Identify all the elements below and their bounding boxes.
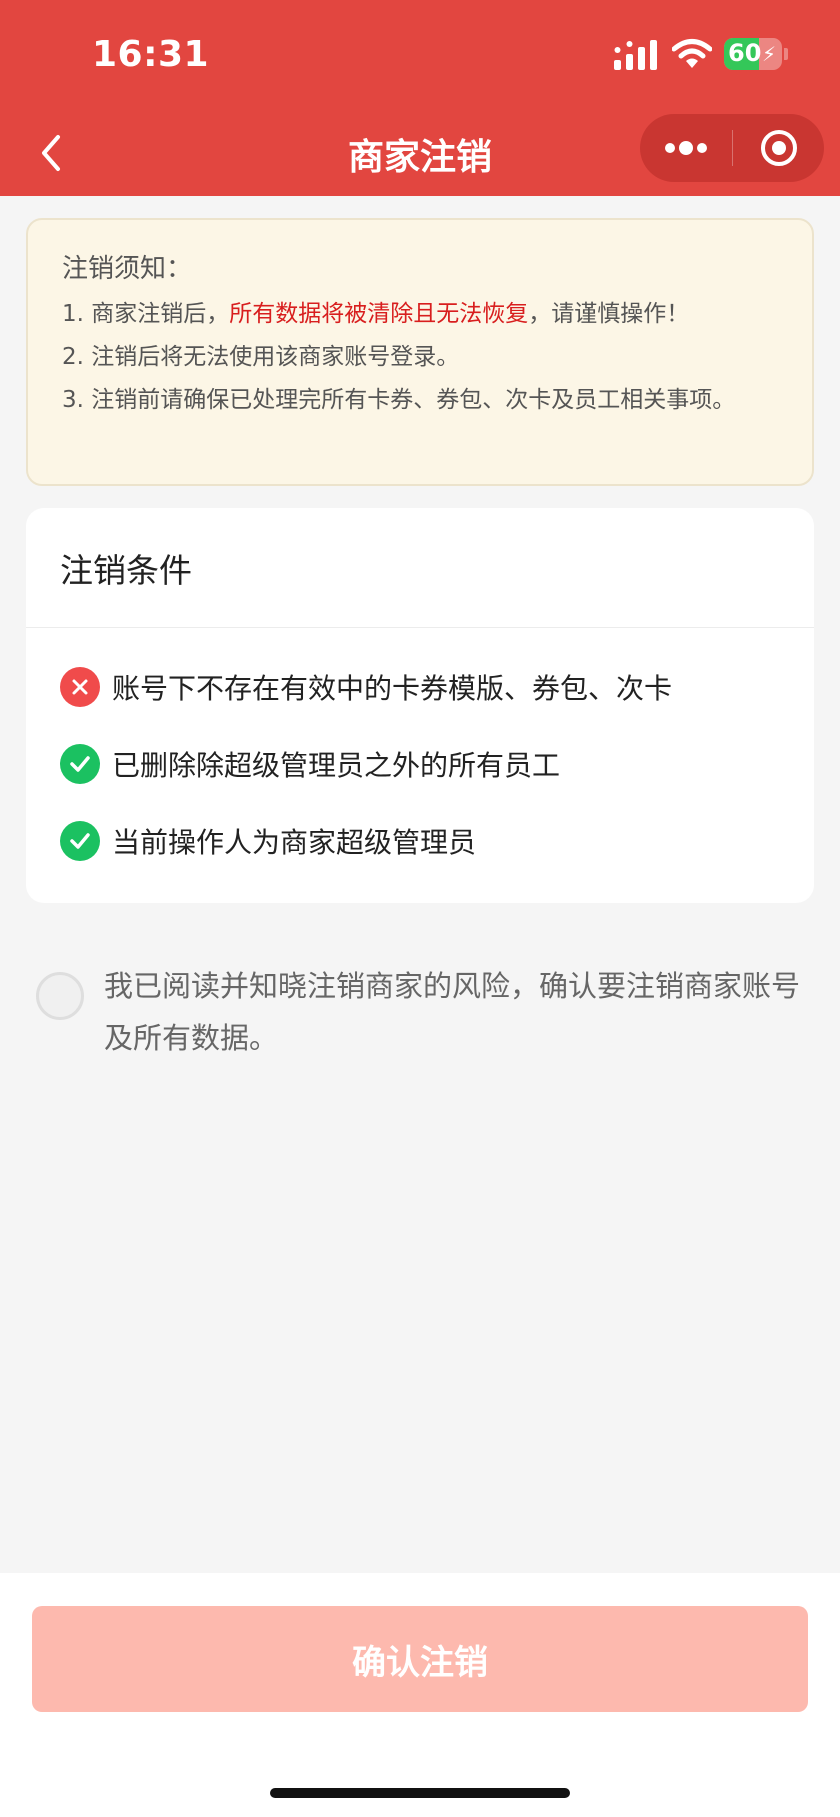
conditions-title: 注销条件 <box>26 508 814 628</box>
battery-tip <box>784 48 788 60</box>
condition-text: 当前操作人为商家超级管理员 <box>112 825 477 859</box>
status-bar: 16:31 60 ⚡ <box>0 0 840 110</box>
condition-item: 账号下不存在有效中的卡券模版、券包、次卡 <box>26 648 814 725</box>
target-circle-icon <box>760 130 797 166</box>
status-time: 16:31 <box>92 34 210 75</box>
notice-item-1: 1. 商家注销后，所有数据将被清除且无法恢复，请谨慎操作！ <box>62 298 782 330</box>
bottom-bar: 确认注销 <box>0 1573 840 1817</box>
charging-bolt-icon: ⚡ <box>762 42 777 66</box>
close-mini-program-button[interactable] <box>733 114 824 182</box>
condition-item: 已删除除超级管理员之外的所有员工 <box>26 725 814 802</box>
header: 16:31 60 ⚡ 商家注销 <box>0 0 840 196</box>
agreement-checkbox[interactable] <box>36 972 84 1020</box>
notice-item-1-suffix: ，请谨慎操作！ <box>528 301 690 327</box>
condition-text: 已删除除超级管理员之外的所有员工 <box>112 748 561 782</box>
wifi-icon <box>672 39 712 68</box>
mini-program-capsule <box>640 114 824 182</box>
notice-card: 注销须知： 1. 商家注销后，所有数据将被清除且无法恢复，请谨慎操作！ 2. 注… <box>26 218 814 486</box>
notice-item-3: 3. 注销前请确保已处理完所有卡券、券包、次卡及员工相关事项。 <box>62 387 736 413</box>
agreement-text: 我已阅读并知晓注销商家的风险，确认要注销商家账号及所有数据。 <box>104 969 801 1055</box>
battery-icon: 60 ⚡ <box>724 38 782 70</box>
conditions-card: 注销条件 账号下不存在有效中的卡券模版、券包、次卡 已删除除超级管理员之外的所有… <box>26 508 814 903</box>
nav-bar: 商家注销 <box>0 110 840 196</box>
notice-item-2: 2. 注销后将无法使用该商家账号登录。 <box>62 344 460 370</box>
condition-text: 账号下不存在有效中的卡券模版、券包、次卡 <box>112 671 673 705</box>
notice-title: 注销须知： <box>62 254 193 284</box>
home-indicator <box>270 1788 570 1798</box>
screen: 16:31 60 ⚡ 商家注销 注销须知： 1. 商家注销后，所有数据将被清除且… <box>0 0 840 1817</box>
notice-warning-text: 所有数据将被清除且无法恢复 <box>229 301 529 327</box>
check-icon <box>60 820 100 861</box>
condition-item: 当前操作人为商家超级管理员 <box>26 802 814 879</box>
notice-item-1-prefix: 1. 商家注销后， <box>62 301 230 327</box>
confirm-deregister-button[interactable]: 确认注销 <box>32 1606 808 1712</box>
more-button[interactable] <box>640 114 732 182</box>
fail-x-icon <box>60 666 100 707</box>
more-dots-icon <box>665 141 707 155</box>
conditions-list: 账号下不存在有效中的卡券模版、券包、次卡 已删除除超级管理员之外的所有员工 当前… <box>26 628 814 879</box>
agreement-row[interactable]: 我已阅读并知晓注销商家的风险，确认要注销商家账号及所有数据。 <box>36 969 806 1092</box>
battery-percent: 60 <box>728 39 762 67</box>
cellular-signal-icon <box>614 40 657 70</box>
check-icon <box>60 743 100 784</box>
